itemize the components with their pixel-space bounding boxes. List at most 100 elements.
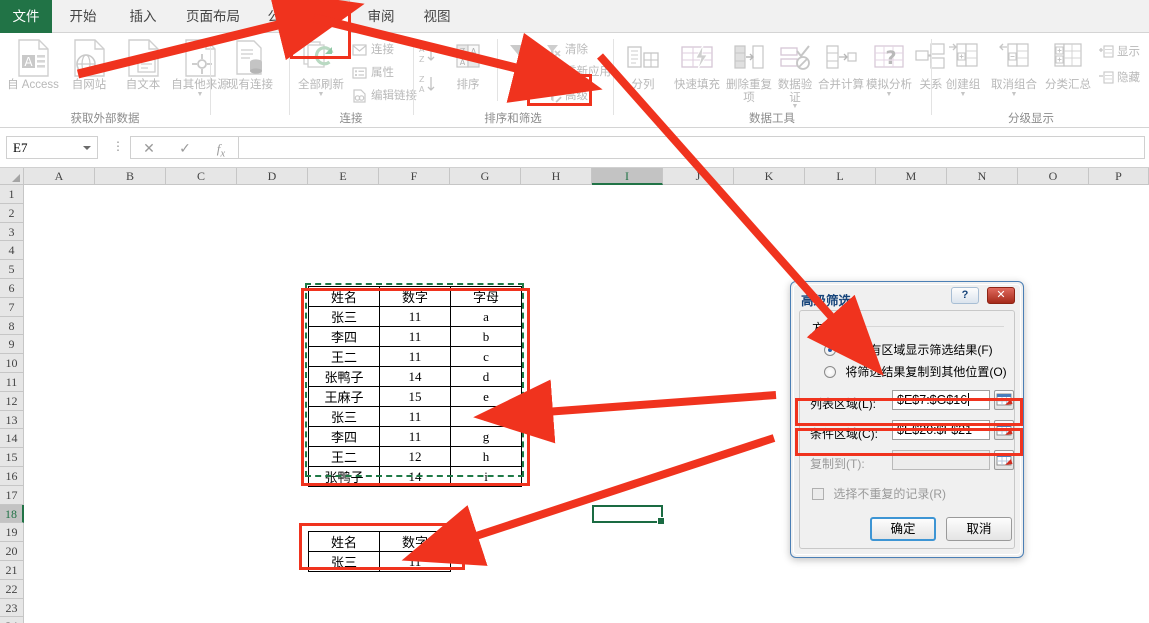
tab-data[interactable]: 数据	[296, 0, 350, 33]
cell[interactable]: 11	[380, 307, 451, 327]
criteria-range-picker-button[interactable]	[994, 420, 1014, 440]
criteria-range-input[interactable]: $E$20:$F$21	[892, 420, 990, 440]
chevron-down-icon[interactable]: ▼	[865, 92, 913, 98]
hide-detail-button[interactable]: 隐藏	[1097, 67, 1140, 89]
col-header-K[interactable]: K	[734, 168, 805, 185]
cell[interactable]: 张三	[309, 552, 380, 572]
help-button[interactable]: ?	[951, 287, 979, 304]
cell[interactable]: 11	[380, 407, 451, 427]
table-row[interactable]: 王二11c	[309, 347, 522, 367]
list-range-picker-button[interactable]	[994, 390, 1014, 410]
row-header-1[interactable]: 1	[0, 185, 24, 204]
row-header-24[interactable]: 24	[0, 617, 24, 623]
select-all-corner[interactable]	[0, 168, 24, 185]
refresh-all-button[interactable]: 全部刷新 ▼	[293, 37, 349, 105]
table-row[interactable]: 张三11f	[309, 407, 522, 427]
cell[interactable]: 11	[380, 427, 451, 447]
cell[interactable]: 张鸭子	[309, 367, 380, 387]
cell[interactable]: c	[451, 347, 522, 367]
col-header-A[interactable]: A	[24, 168, 95, 185]
close-icon[interactable]: ✕	[987, 287, 1015, 304]
table-header-row[interactable]: 姓名数字	[309, 532, 451, 552]
row-header-10[interactable]: 10	[0, 354, 24, 373]
list-range-table[interactable]: 姓名数字字母张三11a李四11b王二11c张鸭子14d王麻子15e张三11f李四…	[308, 286, 522, 487]
cell[interactable]: 姓名	[309, 532, 380, 552]
row-header-7[interactable]: 7	[0, 298, 24, 317]
name-box[interactable]: E7	[6, 136, 98, 159]
what-if-analysis-button[interactable]: ? 模拟分析 ▼	[865, 37, 913, 105]
col-header-J[interactable]: J	[663, 168, 734, 185]
row-header-19[interactable]: 19	[0, 523, 24, 542]
subtotal-button[interactable]: 分类汇总	[1041, 37, 1095, 105]
cell[interactable]: a	[451, 307, 522, 327]
chevron-down-icon[interactable]: ▼	[939, 92, 987, 98]
cell[interactable]: 张三	[309, 307, 380, 327]
sort-button[interactable]: Z A A 排序	[443, 37, 493, 105]
tab-insert[interactable]: 插入	[120, 0, 166, 33]
ungroup-button[interactable]: 取消组合 ▼	[987, 37, 1041, 105]
row-header-15[interactable]: 15	[0, 448, 24, 467]
radio-copy-to-other[interactable]: 将筛选结果复制到其他位置(O)	[824, 363, 1007, 380]
cell[interactable]: 15	[380, 387, 451, 407]
col-header-D[interactable]: D	[237, 168, 308, 185]
cell[interactable]: 11	[380, 552, 451, 572]
row-header-5[interactable]: 5	[0, 260, 24, 279]
unique-records-checkbox[interactable]: 选择不重复的记录(R)	[812, 485, 946, 502]
row-header-11[interactable]: 11	[0, 373, 24, 392]
chevron-down-icon[interactable]	[83, 146, 91, 150]
col-header-B[interactable]: B	[95, 168, 166, 185]
row-header-14[interactable]: 14	[0, 429, 24, 448]
row-header-9[interactable]: 9	[0, 335, 24, 354]
clear-filter-button[interactable]: 清除	[545, 39, 588, 61]
table-row[interactable]: 王麻子15e	[309, 387, 522, 407]
sort-descending-button[interactable]: Z A	[417, 71, 441, 97]
group-button[interactable]: 创建组 ▼	[939, 37, 987, 105]
reapply-filter-button[interactable]: 重新应用	[545, 61, 611, 83]
cell[interactable]: 12	[380, 447, 451, 467]
tab-home[interactable]: 开始	[60, 0, 106, 33]
connections-button[interactable]: 连接	[351, 39, 394, 61]
row-header-8[interactable]: 8	[0, 317, 24, 336]
table-row[interactable]: 王二12h	[309, 447, 522, 467]
chevron-down-icon[interactable]: ▼	[293, 92, 349, 98]
formula-bar-handle[interactable]: ⋮	[112, 139, 124, 153]
row-header-3[interactable]: 3	[0, 223, 24, 242]
row-header-18[interactable]: 18	[0, 505, 24, 524]
from-access-button[interactable]: A 自 Access	[2, 37, 64, 105]
cell[interactable]: d	[451, 367, 522, 387]
criteria-range-table[interactable]: 姓名数字张三11	[308, 531, 451, 572]
properties-button[interactable]: 属性	[351, 62, 394, 84]
table-row[interactable]: 李四11g	[309, 427, 522, 447]
cell[interactable]: 14	[380, 367, 451, 387]
table-row[interactable]: 张鸭子14i	[309, 467, 522, 487]
col-header-O[interactable]: O	[1018, 168, 1089, 185]
cancel-icon[interactable]: ✕	[131, 139, 167, 158]
col-header-H[interactable]: H	[521, 168, 592, 185]
col-header-C[interactable]: C	[166, 168, 237, 185]
table-row[interactable]: 张三11a	[309, 307, 522, 327]
enter-icon[interactable]: ✓	[167, 139, 203, 158]
text-to-columns-button[interactable]: 分列	[619, 37, 667, 105]
cell[interactable]: g	[451, 427, 522, 447]
chevron-down-icon[interactable]: ▼	[987, 92, 1041, 98]
existing-connections-button[interactable]: 现有连接	[213, 37, 287, 105]
col-header-G[interactable]: G	[450, 168, 521, 185]
row-header-4[interactable]: 4	[0, 241, 24, 260]
cell[interactable]: 数字	[380, 532, 451, 552]
cell[interactable]: i	[451, 467, 522, 487]
row-header-22[interactable]: 22	[0, 580, 24, 599]
tab-view[interactable]: 视图	[414, 0, 460, 33]
edit-links-button[interactable]: 编辑链接	[351, 85, 417, 107]
radio-filter-in-place[interactable]: 在原有区域显示筛选结果(F)	[824, 341, 993, 358]
tab-review[interactable]: 审阅	[358, 0, 404, 33]
row-header-13[interactable]: 13	[0, 411, 24, 430]
cell[interactable]: f	[451, 407, 522, 427]
row-header-12[interactable]: 12	[0, 392, 24, 411]
advanced-filter-dialog[interactable]: 高级筛选 ? ✕ 方式 在原有区域显示筛选结果(F) 将筛选结果复制到其他位置(…	[790, 281, 1024, 558]
advanced-filter-button[interactable]: 高级	[545, 85, 588, 107]
col-header-N[interactable]: N	[947, 168, 1018, 185]
row-header-6[interactable]: 6	[0, 279, 24, 298]
tab-file[interactable]: 文件	[0, 0, 52, 33]
formula-input[interactable]	[238, 136, 1145, 159]
filter-button[interactable]	[501, 37, 545, 105]
